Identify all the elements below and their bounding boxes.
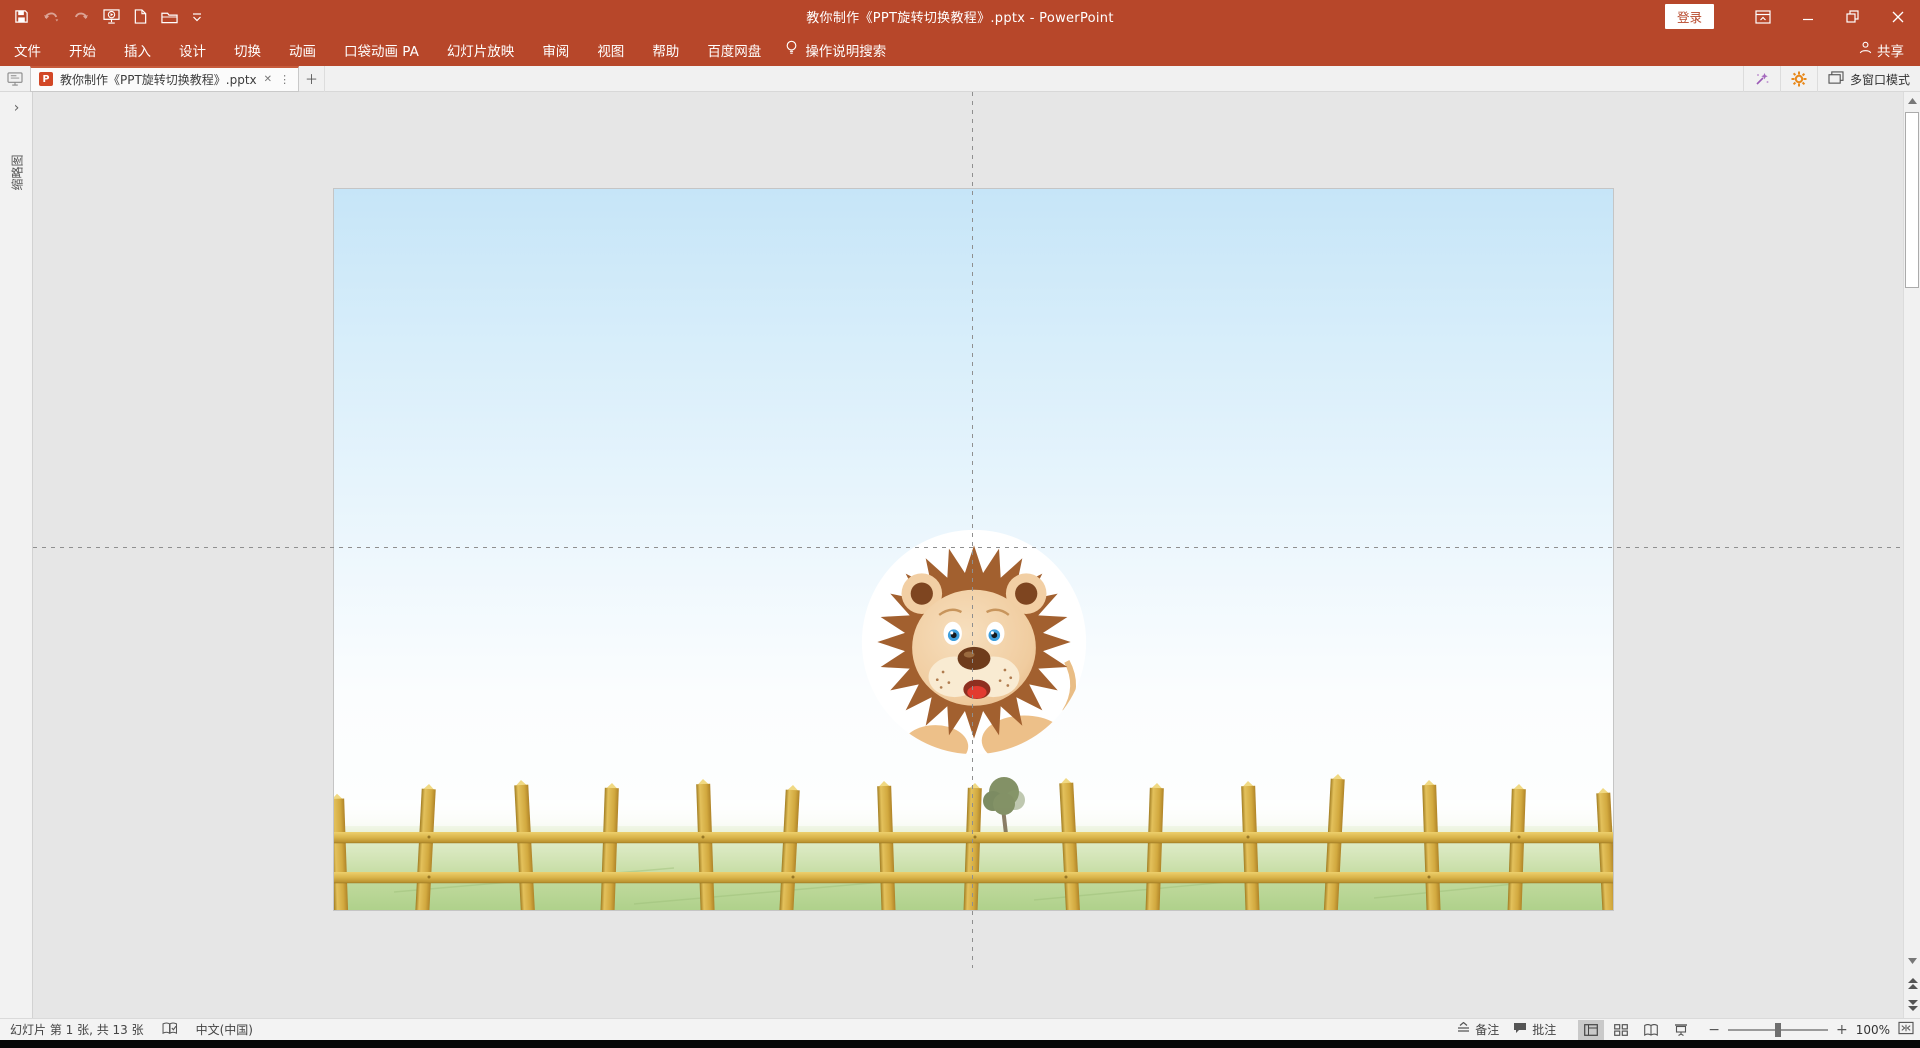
tab-home[interactable]: 开始 — [55, 33, 110, 66]
thumbnail-pane-label: 缩略图 — [8, 154, 25, 190]
login-button[interactable]: 登录 — [1665, 4, 1714, 29]
scroll-down-icon[interactable] — [1905, 953, 1920, 969]
multi-window-icon — [1828, 70, 1844, 89]
thumbnail-pane-collapsed[interactable]: › 缩略图 — [0, 92, 33, 1018]
tabbar-right-tools: 多窗口模式 — [1743, 66, 1920, 92]
bottom-screen-strip — [0, 1040, 1920, 1048]
undo-icon[interactable] — [43, 10, 60, 24]
comments-toggle[interactable]: 批注 — [1513, 1021, 1556, 1038]
notes-icon — [1457, 1022, 1470, 1037]
tab-review[interactable]: 审阅 — [528, 33, 583, 66]
vertical-scrollbar[interactable] — [1903, 92, 1920, 1018]
multi-window-label: 多窗口模式 — [1850, 71, 1910, 88]
zoom-level[interactable]: 100% — [1856, 1023, 1890, 1037]
tell-me-search[interactable]: 操作说明搜索 — [785, 40, 886, 60]
slide-counter[interactable]: 幻灯片 第 1 张, 共 13 张 — [10, 1021, 144, 1038]
share-control[interactable]: 共享 — [1859, 40, 1904, 60]
expand-pane-chevron-icon[interactable]: › — [0, 100, 33, 116]
restore-button[interactable] — [1830, 0, 1875, 33]
start-slideshow-icon[interactable] — [103, 9, 120, 24]
save-icon[interactable] — [14, 9, 29, 24]
tab-help[interactable]: 帮助 — [638, 33, 693, 66]
status-bar: 幻灯片 第 1 张, 共 13 张 中文(中国) 备注 批注 − + 100% — [0, 1018, 1920, 1040]
slideshow-view-button[interactable] — [1668, 1020, 1694, 1040]
tab-transitions[interactable]: 切换 — [220, 33, 275, 66]
zoom-controls: − + 100% — [1708, 1021, 1914, 1038]
tab-menu-icon[interactable]: ⋮ — [279, 73, 290, 86]
document-tab[interactable]: P 教你制作《PPT旋转切换教程》.pptx ✕ ⋮ — [30, 66, 299, 92]
tab-list-icon[interactable] — [0, 72, 30, 86]
scroll-up-icon[interactable] — [1905, 93, 1920, 109]
fit-to-window-icon[interactable] — [1898, 1021, 1914, 1038]
person-icon — [1859, 41, 1872, 58]
zoom-in-button[interactable]: + — [1836, 1022, 1848, 1038]
scrollbar-thumb[interactable] — [1905, 112, 1919, 288]
horizontal-guide[interactable] — [33, 547, 1903, 548]
settings-gear-icon[interactable] — [1780, 66, 1817, 92]
new-file-icon[interactable] — [134, 9, 147, 24]
normal-view-button[interactable] — [1578, 1020, 1604, 1040]
tab-file[interactable]: 文件 — [0, 33, 55, 66]
tab-close-icon[interactable]: ✕ — [264, 74, 272, 85]
next-slide-icon[interactable] — [1905, 997, 1920, 1013]
document-tabbar: P 教你制作《PPT旋转切换教程》.pptx ✕ ⋮ ＋ 多窗口模式 — [0, 66, 1920, 92]
tell-me-label: 操作说明搜索 — [805, 40, 886, 60]
share-label: 共享 — [1877, 40, 1904, 60]
view-switcher — [1578, 1020, 1694, 1040]
editing-area: › 缩略图 — [0, 92, 1920, 1018]
slide-canvas[interactable] — [333, 188, 1614, 911]
document-tab-title: 教你制作《PPT旋转切换教程》.pptx — [60, 71, 257, 88]
tab-view[interactable]: 视图 — [583, 33, 638, 66]
new-tab-button[interactable]: ＋ — [299, 66, 325, 92]
tab-insert[interactable]: 插入 — [110, 33, 165, 66]
slide-sorter-view-button[interactable] — [1608, 1020, 1634, 1040]
ribbon-display-options-icon[interactable] — [1740, 0, 1785, 33]
titlebar: 教你制作《PPT旋转切换教程》.pptx - PowerPoint 登录 — [0, 0, 1920, 33]
language-indicator[interactable]: 中文(中国) — [196, 1021, 253, 1038]
previous-slide-icon[interactable] — [1905, 976, 1920, 992]
zoom-out-button[interactable]: − — [1708, 1022, 1720, 1038]
tab-slideshow[interactable]: 幻灯片放映 — [433, 33, 529, 66]
ribbon-tab-row: 文件 开始 插入 设计 切换 动画 口袋动画 PA 幻灯片放映 审阅 视图 帮助… — [0, 33, 1920, 66]
comments-label: 批注 — [1532, 1021, 1556, 1038]
tab-design[interactable]: 设计 — [165, 33, 220, 66]
vertical-guide[interactable] — [972, 92, 973, 968]
minimize-button[interactable] — [1785, 0, 1830, 33]
fence-grass-picture[interactable] — [334, 772, 1613, 910]
lion-picture[interactable] — [858, 526, 1090, 758]
zoom-slider-thumb[interactable] — [1775, 1023, 1781, 1037]
tab-baidu-netdisk[interactable]: 百度网盘 — [693, 33, 775, 66]
powerpoint-file-icon: P — [39, 72, 53, 86]
tab-animations[interactable]: 动画 — [275, 33, 330, 66]
spellcheck-icon[interactable] — [162, 1022, 178, 1038]
reading-view-button[interactable] — [1638, 1020, 1664, 1040]
quick-access-toolbar — [0, 9, 202, 24]
comments-icon — [1513, 1022, 1527, 1037]
close-button[interactable] — [1875, 0, 1920, 33]
magic-wand-button[interactable] — [1743, 66, 1780, 92]
zoom-slider[interactable] — [1728, 1029, 1828, 1031]
multi-window-mode-button[interactable]: 多窗口模式 — [1817, 66, 1920, 92]
lightbulb-icon — [785, 40, 798, 59]
window-title: 教你制作《PPT旋转切换教程》.pptx - PowerPoint — [0, 7, 1920, 26]
customize-qat-icon[interactable] — [192, 12, 202, 22]
notes-toggle[interactable]: 备注 — [1457, 1021, 1499, 1038]
open-folder-icon[interactable] — [161, 10, 178, 24]
notes-label: 备注 — [1475, 1021, 1499, 1038]
redo-icon[interactable] — [74, 10, 89, 24]
tab-pocket-animation[interactable]: 口袋动画 PA — [330, 33, 433, 66]
